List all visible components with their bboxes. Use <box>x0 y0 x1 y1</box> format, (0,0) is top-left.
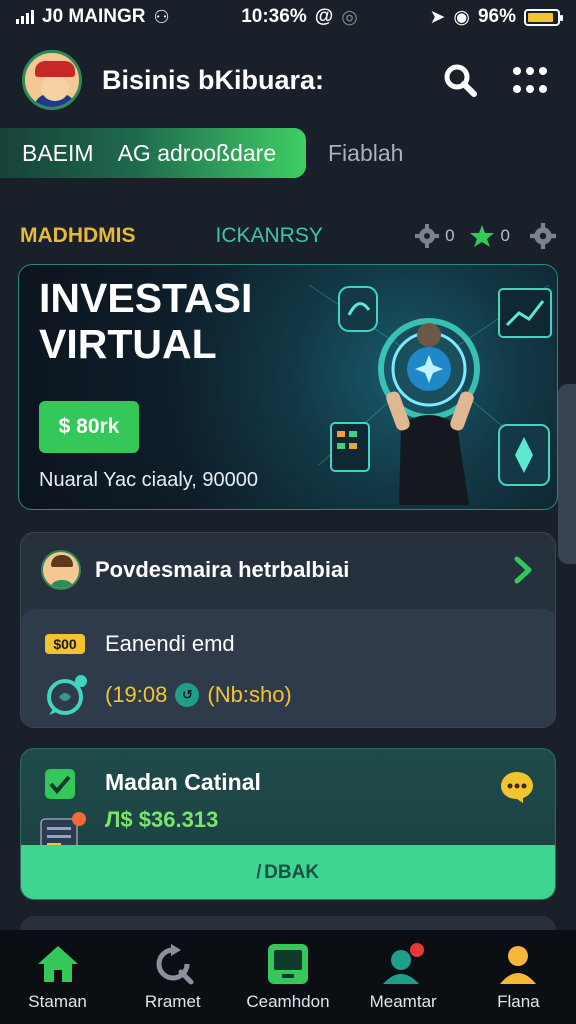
gear-count: 0 <box>445 226 455 245</box>
menu-button[interactable] <box>506 56 554 104</box>
nav-item-members[interactable]: Meamtar <box>346 942 461 1012</box>
section-tab-center[interactable]: ICKANRSY <box>216 224 323 248</box>
event-card[interactable]: Povdesmaira hetrbalbiai $00 Eanendi emd … <box>20 532 556 728</box>
checkbox-icon <box>45 769 75 799</box>
chat-icon[interactable] <box>499 769 535 805</box>
capital-card[interactable]: Madan Catinal Л$ $36.313 ̸ DBAK <box>20 748 556 900</box>
monitor-icon <box>267 944 308 984</box>
side-drawer-handle[interactable] <box>558 384 576 564</box>
app-header: Bisinis bKibuara: <box>0 40 576 120</box>
capital-action-button[interactable]: ̸ DBAK <box>21 845 555 899</box>
search-button[interactable] <box>436 56 484 104</box>
signal-icon <box>16 10 34 24</box>
app-title: Bisinis bKibuara: <box>102 64 325 95</box>
nav-label-monitor: Ceamhdon <box>246 992 330 1011</box>
profile-icon <box>500 946 537 984</box>
tab-bar: BAEIM AG adrooßdare Fiablah <box>0 128 576 178</box>
section-header: MADHDMIS ICKANRSY 0 0 <box>0 216 576 256</box>
hero-title-line2: VIRTUAL <box>39 321 217 367</box>
carrier-label: J0 MAINGR <box>42 6 146 27</box>
search-icon <box>444 64 477 97</box>
clock: 10:36% <box>241 6 307 27</box>
avatar[interactable] <box>22 50 82 110</box>
event-name: Eanendi emd <box>105 631 235 656</box>
time-start: (19:08 <box>105 682 168 707</box>
hero-illustration <box>308 284 552 505</box>
grid-menu-icon <box>513 67 547 93</box>
nav-label-home: Staman <box>28 992 87 1011</box>
time-end: (Nb:sho) <box>207 682 292 707</box>
chat-bubble-icon <box>47 675 87 715</box>
location-icon: ➤ <box>429 6 446 28</box>
hero-subtitle: Nuaral Yac ciaaly, 90000 <box>39 469 259 491</box>
user-badge-icon <box>383 943 425 984</box>
hero-banner[interactable]: INVESTASI VIRTUAL $ 80rk Nuaral Yac ciaa… <box>18 264 558 510</box>
event-card-title: Povdesmaira hetrbalbiai <box>95 557 350 582</box>
event-time: (19:08 ↺ (Nb:sho) <box>105 682 292 708</box>
nav-item-profile[interactable]: Flana <box>461 942 576 1012</box>
star-icon[interactable] <box>469 224 495 248</box>
battery-percent: 96% <box>477 6 516 27</box>
tab-active[interactable]: BAEIM AG adrooßdare <box>0 128 306 178</box>
nav-label-profile: Flana <box>497 992 540 1011</box>
nav-item-refresh[interactable]: Rramet <box>115 942 230 1012</box>
nav-label-members: Meamtar <box>369 992 437 1011</box>
nav-item-home[interactable]: Staman <box>0 942 115 1012</box>
home-icon <box>37 946 78 982</box>
settings-icon[interactable] <box>530 223 556 249</box>
status-bar: J0 MAINGR ⚇ 10:36% @ ◎ ➤ ◉ 96% <box>0 0 576 34</box>
bottom-nav: Staman Rramet Ceamhdon Meamtar Flana <box>0 930 576 1024</box>
at-icon: @ <box>314 6 334 27</box>
tab-active-label-b: AG adrooßdare <box>117 139 277 166</box>
hero-title: INVESTASI VIRTUAL <box>39 275 252 367</box>
tab-other[interactable]: Fiablah <box>328 140 403 167</box>
hero-invest-button[interactable]: $ 80rk <box>39 401 139 453</box>
user-avatar-icon <box>41 550 81 590</box>
section-tab-left[interactable]: MADHDMIS <box>20 224 136 248</box>
capital-card-title: Madan Catinal <box>105 769 261 795</box>
dot-icon: ◎ <box>341 6 358 28</box>
clock-icon: ↺ <box>175 683 200 707</box>
gear-icon[interactable] <box>415 224 440 248</box>
chevron-right-icon[interactable] <box>513 555 535 585</box>
alarm-icon: ◉ <box>453 6 470 28</box>
star-count: 0 <box>500 226 510 245</box>
battery-icon <box>524 8 563 26</box>
nav-label-refresh: Rramet <box>144 992 201 1011</box>
tab-active-label-a: BAEIM <box>22 139 94 166</box>
refresh-icon <box>156 944 194 985</box>
capital-amount: Л$ $36.313 <box>105 807 219 832</box>
hero-title-line1: INVESTASI <box>39 275 253 321</box>
notification-icon: ⚇ <box>153 6 170 27</box>
nav-item-monitor[interactable]: Ceamhdon <box>230 942 345 1012</box>
money-badge: $00 <box>45 634 85 654</box>
